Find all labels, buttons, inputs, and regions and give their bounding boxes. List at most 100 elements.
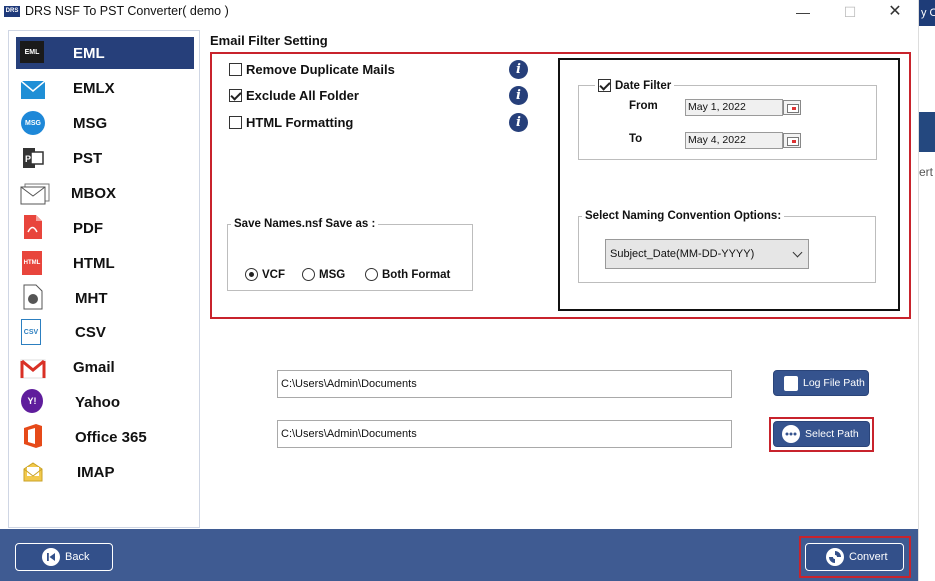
html-formatting-checkbox[interactable] <box>229 116 242 129</box>
mbox-icon <box>20 182 50 206</box>
window-title: DRS NSF To PST Converter( demo ) <box>25 4 229 18</box>
app-logo-icon: DRS <box>4 6 20 17</box>
background-window-text: ert <box>919 165 934 179</box>
html-formatting-label: HTML Formatting <box>246 115 354 130</box>
html-formatting-option[interactable]: HTML Formatting <box>229 115 353 130</box>
info-icon[interactable]: i <box>509 113 528 132</box>
exclude-folder-option[interactable]: Exclude All Folder <box>229 88 359 103</box>
sidebar-item-office365[interactable]: Office 365 <box>16 421 194 453</box>
save-as-both[interactable]: Both Format <box>365 268 450 281</box>
background-window-band <box>919 112 935 152</box>
sidebar-item-label: MSG <box>73 114 108 132</box>
remove-duplicate-option[interactable]: Remove Duplicate Mails <box>229 62 395 77</box>
exclude-folder-label: Exclude All Folder <box>246 88 359 103</box>
back-label: Back <box>65 551 90 563</box>
back-icon <box>42 548 60 566</box>
sidebar-item-label: Gmail <box>73 358 115 376</box>
info-icon[interactable]: i <box>509 60 528 79</box>
back-button[interactable]: Back <box>15 543 113 571</box>
naming-convention-value: Subject_Date(MM-DD-YYYY) <box>610 248 755 260</box>
msg-radio[interactable] <box>302 268 315 281</box>
sidebar-item-label: PST <box>73 149 103 167</box>
output-path-input[interactable]: C:\Users\Admin\Documents <box>277 420 732 448</box>
sidebar-item-mht[interactable]: MHT <box>16 282 194 314</box>
sidebar-item-pst[interactable]: P PST <box>16 142 194 174</box>
save-as-msg[interactable]: MSG <box>302 268 345 281</box>
sidebar-item-imap[interactable]: IMAP <box>16 456 194 488</box>
vcf-radio[interactable] <box>245 268 258 281</box>
remove-duplicate-label: Remove Duplicate Mails <box>246 62 395 77</box>
yahoo-icon: Y! <box>21 389 43 413</box>
sidebar-item-label: Yahoo <box>75 393 121 411</box>
mht-icon <box>20 284 46 310</box>
chevron-down-icon <box>792 247 803 258</box>
background-window: y O ert <box>918 0 935 581</box>
html-icon: HTML <box>22 251 42 275</box>
gmail-icon <box>20 357 46 381</box>
section-title: Email Filter Setting <box>210 33 328 48</box>
format-sidebar: EML EML EMLX MSG MSG P PST MBOX PDF HTML… <box>8 30 200 528</box>
date-filter-label: Date Filter <box>615 79 672 92</box>
to-calendar-icon[interactable] <box>783 133 801 148</box>
msg-icon: MSG <box>21 111 45 135</box>
save-as-vcf[interactable]: VCF <box>245 268 285 281</box>
sidebar-item-label: EML <box>73 44 105 62</box>
sidebar-item-msg[interactable]: MSG MSG <box>16 107 194 139</box>
select-path-button[interactable]: Select Path <box>773 421 870 447</box>
log-file-path-button[interactable]: Log File Path <box>773 370 869 396</box>
imap-icon <box>20 460 46 484</box>
from-label: From <box>629 100 658 112</box>
sidebar-item-csv[interactable]: CSV CSV <box>16 316 194 348</box>
minimize-button[interactable]: — <box>788 2 818 22</box>
sidebar-item-label: EMLX <box>73 79 115 97</box>
eml-icon: EML <box>20 41 44 63</box>
date-filter-checkbox[interactable] <box>598 79 611 92</box>
sidebar-item-gmail[interactable]: Gmail <box>16 351 194 383</box>
info-icon[interactable]: i <box>509 86 528 105</box>
log-file-path-label: Log File Path <box>803 377 865 389</box>
msg-label: MSG <box>319 268 346 281</box>
close-button[interactable]: ✕ <box>880 2 910 22</box>
sidebar-item-label: MHT <box>75 289 108 307</box>
select-path-label: Select Path <box>805 428 859 440</box>
both-format-radio[interactable] <box>365 268 378 281</box>
sidebar-item-label: CSV <box>75 323 106 341</box>
footer-bar: Back Convert <box>0 529 918 581</box>
office365-icon <box>20 424 46 448</box>
pst-icon: P <box>20 146 46 170</box>
sidebar-item-emlx[interactable]: EMLX <box>16 72 194 104</box>
sidebar-item-label: Office 365 <box>75 428 147 446</box>
vcf-label: VCF <box>262 268 285 281</box>
convert-button[interactable]: Convert <box>805 543 904 571</box>
pdf-icon <box>20 215 46 239</box>
sidebar-item-eml[interactable]: EML EML <box>16 37 194 69</box>
from-date-input[interactable]: May 1, 2022 <box>685 99 783 116</box>
sidebar-item-label: PDF <box>73 219 103 237</box>
svg-text:P: P <box>25 154 31 164</box>
sidebar-item-label: IMAP <box>77 463 115 481</box>
save-as-legend: Save Names.nsf Save as : <box>231 218 379 230</box>
sidebar-item-html[interactable]: HTML HTML <box>16 247 194 279</box>
to-date-input[interactable]: May 4, 2022 <box>685 132 783 149</box>
convert-label: Convert <box>849 551 888 563</box>
sidebar-item-mbox[interactable]: MBOX <box>16 177 194 209</box>
convert-icon <box>826 548 844 566</box>
sidebar-item-yahoo[interactable]: Y! Yahoo <box>16 386 194 418</box>
document-icon <box>784 375 798 391</box>
maximize-button[interactable]: ☐ <box>835 2 865 22</box>
to-label: To <box>629 133 643 145</box>
csv-icon: CSV <box>21 319 41 345</box>
exclude-folder-checkbox[interactable] <box>229 89 242 102</box>
date-filter-option[interactable]: Date Filter <box>595 79 675 92</box>
naming-convention-select[interactable]: Subject_Date(MM-DD-YYYY) <box>605 239 809 269</box>
remove-duplicate-checkbox[interactable] <box>229 63 242 76</box>
envelope-icon <box>20 78 46 102</box>
naming-legend: Select Naming Convention Options: <box>582 210 785 222</box>
from-calendar-icon[interactable] <box>783 100 801 115</box>
more-dots-icon <box>782 425 800 443</box>
sidebar-item-label: MBOX <box>71 184 116 202</box>
both-format-label: Both Format <box>382 268 451 281</box>
log-path-input[interactable]: C:\Users\Admin\Documents <box>277 370 732 398</box>
sidebar-item-label: HTML <box>73 254 115 272</box>
sidebar-item-pdf[interactable]: PDF <box>16 212 194 244</box>
